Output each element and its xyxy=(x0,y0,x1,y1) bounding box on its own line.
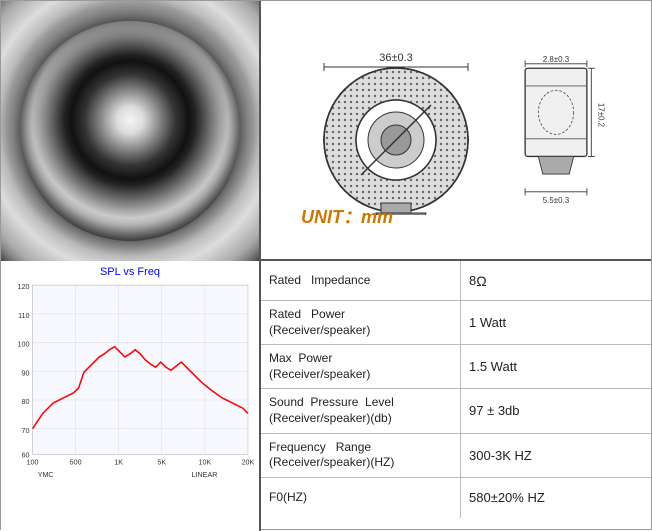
spec-row-impedance: Rated Impedance 8 Ω xyxy=(261,261,651,301)
svg-text:5K: 5K xyxy=(157,459,166,467)
spec-value-impedance: 8 Ω xyxy=(461,261,651,300)
dim-height-label: 17±0.2 xyxy=(596,103,605,128)
svg-text:100: 100 xyxy=(27,459,39,467)
diagrams-section: 36±0.3 2.8±0.3 xyxy=(261,1,651,259)
spec-row-max-power: Max Power(Receiver/speaker) 1.5 Watt xyxy=(261,345,651,389)
graph-brand: YMC xyxy=(38,471,54,479)
spec-value-freq-range: 300-3K HZ xyxy=(461,434,651,477)
spec-value-max-power: 1.5 Watt xyxy=(461,345,651,388)
svg-text:110: 110 xyxy=(18,312,29,320)
svg-text:20K: 20K xyxy=(242,459,254,467)
dim-top-label: 2.8±0.3 xyxy=(543,55,570,64)
top-section: 36±0.3 2.8±0.3 xyxy=(1,1,651,261)
specs-section: Rated Impedance 8 Ω Rated Power(Receiver… xyxy=(261,261,651,531)
spec-label-rated-power: Rated Power(Receiver/speaker) xyxy=(261,301,461,344)
spec-row-f0: F0(HZ) 580±20% HZ xyxy=(261,478,651,518)
spec-value-rated-power: 1 Watt xyxy=(461,301,651,344)
svg-text:80: 80 xyxy=(22,398,30,406)
spec-row-spl: Sound Pressure Level(Receiver/speaker)(d… xyxy=(261,389,651,433)
svg-text:90: 90 xyxy=(22,369,30,377)
svg-text:100: 100 xyxy=(18,341,30,349)
svg-text:70: 70 xyxy=(22,427,30,435)
svg-text:10K: 10K xyxy=(199,459,212,467)
spec-value-f0: 580±20% HZ xyxy=(461,478,651,518)
speaker-photo xyxy=(1,1,261,261)
svg-text:120: 120 xyxy=(18,283,30,291)
graph-title: SPL vs Freq xyxy=(6,266,254,278)
spec-label-max-power: Max Power(Receiver/speaker) xyxy=(261,345,461,388)
spl-graph: 120 110 100 90 80 70 60 100 500 1K 5K 10… xyxy=(6,280,254,480)
unit-label: UNIT：mm xyxy=(301,203,393,229)
dim-outer-label: 36±0.3 xyxy=(379,52,413,64)
svg-text:500: 500 xyxy=(70,459,82,467)
speaker-inner-rings xyxy=(20,21,240,241)
top-view-diagram: 36±0.3 xyxy=(306,45,486,215)
spec-label-f0: F0(HZ) xyxy=(261,478,461,518)
dim-bottom-label: 5.5±0.3 xyxy=(543,196,570,205)
spec-label-impedance: Rated Impedance xyxy=(261,261,461,300)
graph-mode: LINEAR xyxy=(192,471,218,479)
spec-label-spl: Sound Pressure Level(Receiver/speaker)(d… xyxy=(261,389,461,432)
diagram-container: 36±0.3 2.8±0.3 xyxy=(306,45,606,215)
svg-text:1K: 1K xyxy=(114,459,123,467)
side-view-diagram: 2.8±0.3 17±0.2 5.5±0.3 xyxy=(506,55,606,205)
spec-value-spl: 97 ± 3db xyxy=(461,389,651,432)
bottom-section: SPL vs Freq 120 110 100 xyxy=(1,261,651,531)
graph-section: SPL vs Freq 120 110 100 xyxy=(1,261,261,531)
spec-row-rated-power: Rated Power(Receiver/speaker) 1 Watt xyxy=(261,301,651,345)
spec-row-freq-range: Frequency Range(Receiver/speaker)(HZ) 30… xyxy=(261,434,651,478)
spec-label-freq-range: Frequency Range(Receiver/speaker)(HZ) xyxy=(261,434,461,477)
